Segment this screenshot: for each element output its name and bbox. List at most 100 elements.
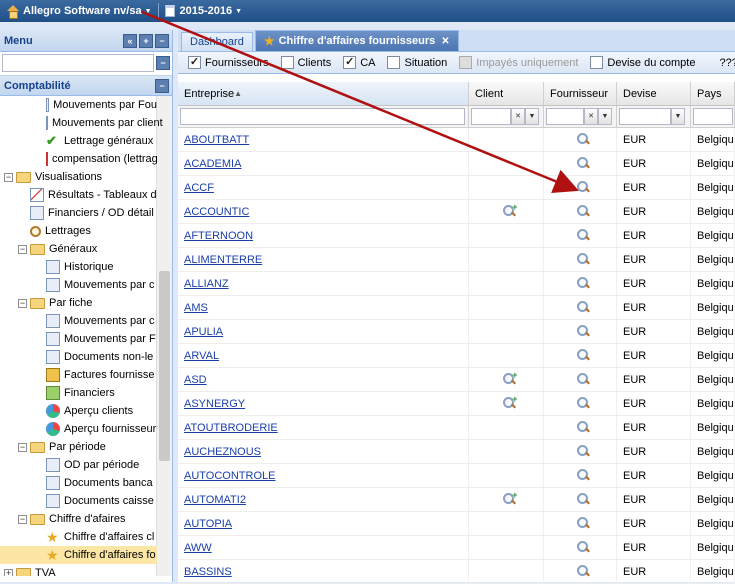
menu-item[interactable]: OD par période: [0, 456, 157, 474]
menu-item[interactable]: Mouvements par client: [0, 114, 163, 132]
company-link[interactable]: AUTOPIA: [184, 518, 232, 530]
expand-icon[interactable]: +: [4, 568, 13, 576]
collapse-icon[interactable]: −: [4, 172, 13, 182]
column-header[interactable]: Client: [469, 82, 544, 105]
company-link[interactable]: AUCHEZNOUS: [184, 446, 261, 458]
filter-checkbox[interactable]: Situation: [387, 56, 447, 69]
magnifier-add-icon[interactable]: +: [502, 203, 518, 218]
menu-item[interactable]: − Par période: [0, 438, 157, 456]
company-link[interactable]: ABOUTBATT: [184, 134, 249, 146]
collapse-all-button[interactable]: −: [155, 33, 169, 48]
company-link[interactable]: AWW: [184, 542, 212, 554]
company-link[interactable]: ARVAL: [184, 350, 219, 362]
year-selector[interactable]: 2015-2016 ▼: [159, 0, 249, 22]
column-header[interactable]: Pays: [691, 82, 735, 105]
checkbox[interactable]: [280, 56, 294, 69]
company-link[interactable]: ATOUTBRODERIE: [184, 422, 278, 434]
menu-item[interactable]: Financiers: [0, 384, 157, 402]
magnifier-icon[interactable]: [576, 253, 590, 266]
menu-item[interactable]: Aperçu fournisseur: [0, 420, 157, 438]
section-header[interactable]: Comptabilité −: [0, 76, 172, 96]
collapse-section-button[interactable]: −: [155, 78, 169, 93]
filter-entreprise-input[interactable]: [180, 108, 465, 125]
company-link[interactable]: AUTOCONTROLE: [184, 470, 275, 482]
column-header[interactable]: Fournisseur: [544, 82, 617, 105]
menu-item[interactable]: Mouvements par Fou: [0, 96, 157, 114]
filter-checkbox[interactable]: ✓ CA: [343, 56, 375, 69]
clear-search-button[interactable]: −: [156, 56, 170, 70]
menu-item[interactable]: Documents caisse: [0, 492, 157, 510]
menu-item[interactable]: ★ Chiffre d'affaires fo: [0, 546, 157, 564]
magnifier-icon[interactable]: [576, 157, 590, 170]
close-icon[interactable]: ✕: [441, 36, 449, 47]
magnifier-icon[interactable]: [576, 229, 590, 242]
company-link[interactable]: ASD: [184, 374, 207, 386]
collapse-icon[interactable]: −: [18, 442, 27, 452]
menu-item[interactable]: Lettrages: [0, 222, 157, 240]
menu-item[interactable]: compensation (lettrag: [0, 150, 158, 168]
magnifier-icon[interactable]: [576, 133, 590, 146]
magnifier-icon[interactable]: [576, 469, 590, 482]
collapse-icon[interactable]: −: [18, 298, 27, 308]
filter-fournisseur-input[interactable]: [546, 108, 584, 125]
magnifier-icon[interactable]: [576, 301, 590, 314]
checkbox[interactable]: ✓: [343, 56, 357, 69]
checkbox[interactable]: [387, 56, 401, 69]
scrollbar-thumb[interactable]: [159, 271, 170, 461]
magnifier-icon[interactable]: [576, 517, 590, 530]
magnifier-add-icon[interactable]: +: [502, 491, 518, 506]
menu-item[interactable]: + TVA: [0, 564, 157, 576]
filter-checkbox[interactable]: ✓ Fournisseurs: [188, 56, 269, 69]
company-link[interactable]: AFTERNOON: [184, 230, 253, 242]
clear-filter-icon[interactable]: ✕: [511, 108, 525, 125]
menu-search-input[interactable]: [2, 54, 154, 72]
chevron-down-icon[interactable]: ▼: [671, 108, 685, 125]
menu-item[interactable]: ★ Chiffre d'affaires cl: [0, 528, 157, 546]
tab-1[interactable]: ★ Chiffre d'affaires fournisseurs ✕: [254, 30, 459, 51]
magnifier-icon[interactable]: [576, 349, 590, 362]
menu-item[interactable]: Financiers / OD détail: [0, 204, 157, 222]
magnifier-icon[interactable]: [576, 445, 590, 458]
tree-scrollbar[interactable]: [156, 96, 172, 576]
menu-item[interactable]: ✔ Lettrage généraux: [0, 132, 157, 150]
company-link[interactable]: APULIA: [184, 326, 223, 338]
column-header[interactable]: Entreprise ▲: [178, 82, 469, 105]
menu-item[interactable]: Mouvements par F: [0, 330, 157, 348]
collapse-icon[interactable]: −: [18, 514, 27, 524]
menu-item[interactable]: Documents banca: [0, 474, 157, 492]
clear-filter-icon[interactable]: ✕: [584, 108, 598, 125]
magnifier-icon[interactable]: [576, 493, 590, 506]
filter-client-input[interactable]: [471, 108, 511, 125]
magnifier-icon[interactable]: [576, 565, 590, 578]
menu-item[interactable]: Mouvements par c: [0, 312, 157, 330]
filter-checkbox[interactable]: Clients: [280, 56, 331, 69]
magnifier-icon[interactable]: [576, 277, 590, 290]
company-link[interactable]: ALIMENTERRE: [184, 254, 262, 266]
menu-item[interactable]: Historique: [0, 258, 157, 276]
menu-item[interactable]: − Chiffre d'afaires: [0, 510, 157, 528]
magnifier-icon[interactable]: [576, 373, 590, 386]
checkbox[interactable]: ✓: [188, 56, 201, 69]
menu-item[interactable]: Documents non-le: [0, 348, 157, 366]
company-link[interactable]: ACCF: [184, 182, 214, 194]
company-link[interactable]: ASYNERGY: [184, 398, 245, 410]
checkbox[interactable]: [590, 56, 604, 69]
company-link[interactable]: BASSINS: [184, 566, 232, 578]
company-link[interactable]: AUTOMATI2: [184, 494, 246, 506]
filter-devise-input[interactable]: [619, 108, 671, 125]
magnifier-icon[interactable]: [576, 325, 590, 338]
menu-item[interactable]: Factures fournisse: [0, 366, 157, 384]
magnifier-icon[interactable]: [576, 181, 590, 194]
magnifier-icon[interactable]: [576, 397, 590, 410]
menu-item[interactable]: Résultats - Tableaux d: [0, 186, 157, 204]
magnifier-icon[interactable]: [576, 541, 590, 554]
company-link[interactable]: ACADEMIA: [184, 158, 241, 170]
expand-all-button[interactable]: +: [139, 33, 153, 48]
company-link[interactable]: ACCOUNTIC: [184, 206, 249, 218]
menu-item[interactable]: − Visualisations: [0, 168, 157, 186]
magnifier-add-icon[interactable]: +: [502, 395, 518, 410]
chevron-down-icon[interactable]: ▼: [525, 108, 539, 125]
magnifier-icon[interactable]: [576, 205, 590, 218]
magnifier-icon[interactable]: [576, 421, 590, 434]
menu-item[interactable]: Aperçu clients: [0, 402, 157, 420]
